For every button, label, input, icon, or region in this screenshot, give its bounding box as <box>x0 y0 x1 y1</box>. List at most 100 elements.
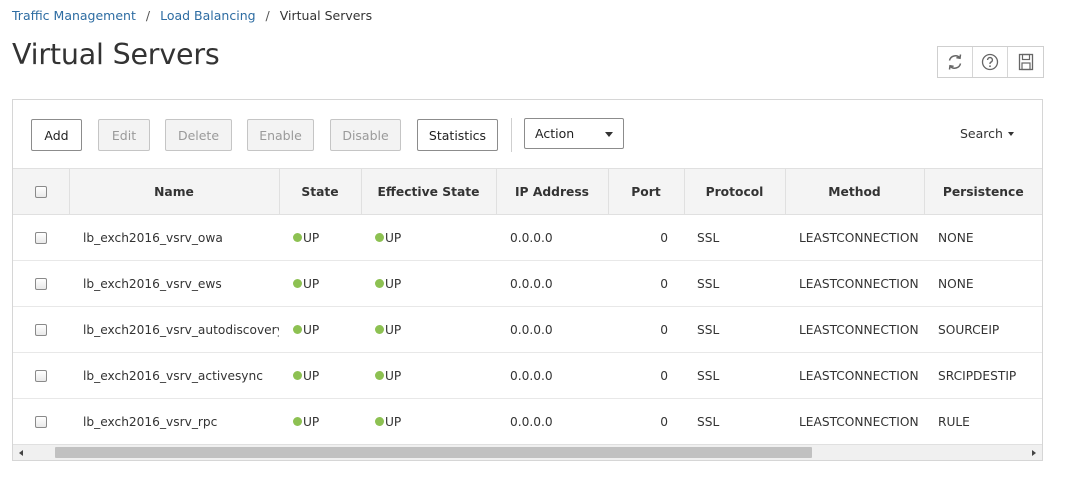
row-persistence: NONE <box>924 260 1042 307</box>
row-state: UP <box>303 230 320 245</box>
row-effective-state-cell: UP <box>361 306 496 353</box>
row-persistence: SRCIPDESTIP <box>924 352 1042 399</box>
breadcrumb-traffic-management[interactable]: Traffic Management <box>12 8 136 23</box>
status-up-icon <box>293 416 302 426</box>
row-protocol: SSL <box>684 352 785 399</box>
virtual-servers-table: Name State Effective State IP Address Po… <box>13 168 1042 445</box>
select-all-checkbox[interactable] <box>34 186 47 198</box>
row-state-cell: UP <box>279 214 361 261</box>
status-up-icon <box>293 278 302 288</box>
row-name: lb_exch2016_vsrv_owa <box>69 214 279 261</box>
column-header-ip-address[interactable]: IP Address <box>496 168 609 215</box>
action-select-value: Action <box>535 126 575 141</box>
row-checkbox[interactable] <box>35 324 47 336</box>
row-checkbox[interactable] <box>35 416 47 428</box>
column-header-name[interactable]: Name <box>69 168 280 215</box>
row-state: UP <box>303 368 320 383</box>
horizontal-scrollbar[interactable] <box>13 444 1042 460</box>
breadcrumb-separator: / <box>265 8 270 23</box>
row-effective-state-cell: UP <box>361 352 496 399</box>
search-label: Search <box>960 126 1003 141</box>
delete-button[interactable]: Delete <box>165 119 232 151</box>
row-name: lb_exch2016_vsrv_rpc <box>69 398 279 445</box>
row-checkbox[interactable] <box>35 232 47 244</box>
toolbar-divider <box>511 118 512 152</box>
status-up-icon <box>375 324 384 334</box>
virtual-servers-panel: Add Edit Delete Enable Disable Statistic… <box>12 99 1043 461</box>
search-toggle[interactable]: Search <box>960 126 1014 141</box>
row-effective-state-cell: UP <box>361 214 496 261</box>
row-persistence: RULE <box>924 398 1042 445</box>
row-state: UP <box>303 322 320 337</box>
scrollbar-thumb[interactable] <box>55 447 812 458</box>
statistics-button[interactable]: Statistics <box>417 119 498 151</box>
row-checkbox-cell <box>13 306 69 353</box>
row-ip-address: 0.0.0.0 <box>496 306 608 353</box>
column-header-effective-state[interactable]: Effective State <box>361 168 497 215</box>
status-up-icon <box>375 232 384 242</box>
breadcrumb-load-balancing[interactable]: Load Balancing <box>160 8 255 23</box>
row-effective-state: UP <box>385 230 402 245</box>
help-button[interactable] <box>973 47 1008 77</box>
row-state-cell: UP <box>279 260 361 307</box>
column-header-state[interactable]: State <box>279 168 362 215</box>
row-ip-address: 0.0.0.0 <box>496 260 608 307</box>
row-checkbox-cell <box>13 398 69 445</box>
action-select[interactable]: Action <box>524 118 624 149</box>
help-icon <box>981 53 999 71</box>
refresh-icon <box>948 54 962 70</box>
row-effective-state: UP <box>385 276 402 291</box>
page-title: Virtual Servers <box>12 38 220 71</box>
row-method: LEASTCONNECTION <box>785 398 924 445</box>
table-row[interactable]: lb_exch2016_vsrv_activesync UP UP 0.0.0.… <box>13 352 1042 399</box>
row-effective-state: UP <box>385 414 402 429</box>
column-header-persistence[interactable]: Persistence <box>924 168 1042 215</box>
column-header-port[interactable]: Port <box>608 168 685 215</box>
column-header-protocol[interactable]: Protocol <box>684 168 786 215</box>
breadcrumb-current: Virtual Servers <box>279 8 373 23</box>
row-state: UP <box>303 414 320 429</box>
table-row[interactable]: lb_exch2016_vsrv_autodiscovery UP UP 0.0… <box>13 306 1042 353</box>
disable-button[interactable]: Disable <box>330 119 401 151</box>
row-name: lb_exch2016_vsrv_ews <box>69 260 279 307</box>
refresh-button[interactable] <box>938 47 973 77</box>
caret-down-icon <box>1007 131 1014 136</box>
row-effective-state: UP <box>385 322 402 337</box>
row-ip-address: 0.0.0.0 <box>496 398 608 445</box>
row-state-cell: UP <box>279 352 361 399</box>
row-ip-address: 0.0.0.0 <box>496 352 608 399</box>
scroll-right-arrow-icon[interactable] <box>1032 450 1036 456</box>
enable-button[interactable]: Enable <box>247 119 314 151</box>
status-up-icon <box>375 370 384 380</box>
page-tools <box>937 46 1044 78</box>
row-port: 0 <box>608 214 684 261</box>
save-icon <box>1018 53 1033 71</box>
row-checkbox[interactable] <box>35 278 47 290</box>
row-method: LEASTCONNECTION <box>785 260 924 307</box>
status-up-icon <box>375 416 384 426</box>
table-row[interactable]: lb_exch2016_vsrv_owa UP UP 0.0.0.0 0 SSL… <box>13 214 1042 261</box>
edit-button[interactable]: Edit <box>98 119 150 151</box>
row-ip-address: 0.0.0.0 <box>496 214 608 261</box>
table-row[interactable]: lb_exch2016_vsrv_ews UP UP 0.0.0.0 0 SSL… <box>13 260 1042 307</box>
row-checkbox-cell <box>13 352 69 399</box>
row-checkbox[interactable] <box>35 370 47 382</box>
row-effective-state: UP <box>385 368 402 383</box>
save-view-button[interactable] <box>1008 47 1043 77</box>
row-checkbox-cell <box>13 260 69 307</box>
table-row[interactable]: lb_exch2016_vsrv_rpc UP UP 0.0.0.0 0 SSL… <box>13 398 1042 445</box>
status-up-icon <box>293 324 302 334</box>
column-header-method[interactable]: Method <box>785 168 925 215</box>
row-effective-state-cell: UP <box>361 398 496 445</box>
row-protocol: SSL <box>684 306 785 353</box>
toolbar: Add Edit Delete Enable Disable Statistic… <box>13 100 1042 168</box>
row-method: LEASTCONNECTION <box>785 214 924 261</box>
row-state-cell: UP <box>279 306 361 353</box>
status-up-icon <box>293 232 302 242</box>
row-effective-state-cell: UP <box>361 260 496 307</box>
row-method: LEASTCONNECTION <box>785 352 924 399</box>
scroll-left-arrow-icon[interactable] <box>19 450 23 456</box>
add-button[interactable]: Add <box>31 119 82 151</box>
row-state: UP <box>303 276 320 291</box>
breadcrumb: Traffic Management / Load Balancing / Vi… <box>12 8 372 23</box>
